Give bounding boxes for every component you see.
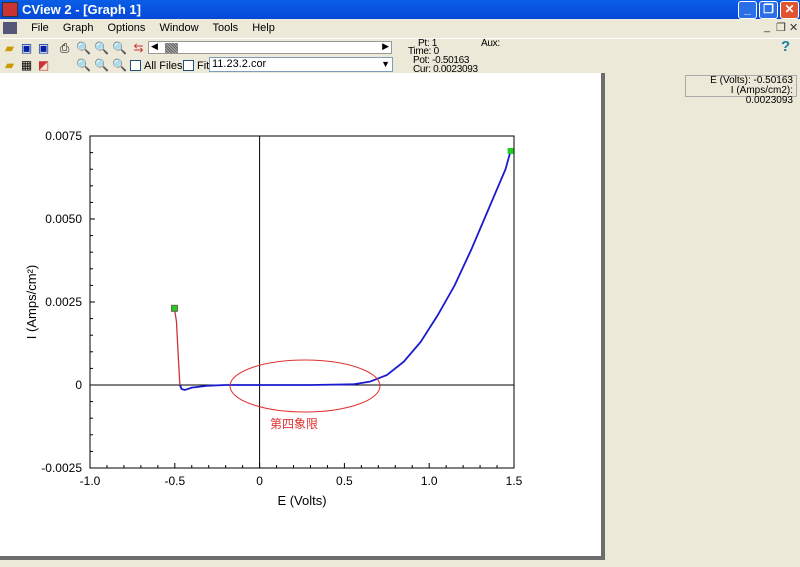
document-icon[interactable] <box>3 22 17 34</box>
x-axis-label: E (Volts) <box>277 493 326 508</box>
annotation-label: 第四象限 <box>270 417 318 431</box>
iv-chart: -1.0 -0.5 0 0.5 1.0 1.5 0.0075 0.0050 0.0025 0 -0.… <box>24 129 523 508</box>
zoom-b-icon[interactable]: 🔍 <box>94 41 109 55</box>
restore-button[interactable]: ❐ <box>759 1 778 19</box>
menu-help[interactable]: Help <box>252 22 275 34</box>
fit-label: Fit <box>197 60 210 72</box>
all-files-label: All Files <box>144 60 183 72</box>
graph-icon[interactable]: ◩ <box>36 58 51 72</box>
minimize-button[interactable]: _ <box>738 1 757 19</box>
open-folder-icon[interactable]: ▰ <box>2 41 17 55</box>
app-icon <box>2 2 18 17</box>
menu-bar: File Graph Options Window Tools Help <box>0 19 800 37</box>
y-tick-label: 0 <box>75 378 82 392</box>
toolbar: ▰ ▣ ▣ ⎙ 🔍 🔍 🔍 ⇆ ▰ ▦ ◩ 🔍 🔍 🔍 <box>0 38 800 74</box>
help-icon[interactable]: ? <box>781 38 790 55</box>
initial-segment-line <box>173 308 181 386</box>
x-tick-label: 0 <box>256 474 263 488</box>
print-icon[interactable]: ⎙ <box>57 41 72 55</box>
annotation-ellipse <box>229 359 381 413</box>
end-marker <box>507 147 514 154</box>
x-tick-label: -1.0 <box>80 474 101 488</box>
zoom-in-icon[interactable]: 🔍 <box>76 58 91 72</box>
mdi-restore-button[interactable]: ❐ <box>776 21 786 34</box>
menu-graph[interactable]: Graph <box>63 22 94 34</box>
x-tick-label: -0.5 <box>164 474 185 488</box>
zoom-c-icon[interactable]: 🔍 <box>112 41 127 55</box>
file-select[interactable]: 11.23.2.cor ▼ <box>209 57 393 72</box>
cursor-readout: E (Volts): -0.50163 I (Amps/cm2): 0.0023… <box>685 75 797 106</box>
main-curve-line <box>179 150 512 391</box>
zoom-reset-icon[interactable]: 🔍 <box>112 58 127 72</box>
fit-checkbox[interactable] <box>183 60 194 71</box>
aux-label: Aux: <box>481 38 500 49</box>
menu-tools[interactable]: Tools <box>212 22 238 34</box>
grid-icon[interactable]: ▦ <box>19 58 34 72</box>
all-files-checkbox[interactable] <box>130 60 141 71</box>
zoom-out-icon[interactable]: 🔍 <box>94 58 109 72</box>
start-marker <box>170 304 178 312</box>
menu-options[interactable]: Options <box>108 22 146 34</box>
mdi-close-button[interactable]: ✕ <box>789 21 798 34</box>
y-tick-label: 0.0050 <box>45 212 82 226</box>
graph-panel: -1.0 -0.5 0 0.5 1.0 1.5 0.0075 0.0050 0.0025 0 -0.… <box>0 73 605 560</box>
x-tick-label: 1.5 <box>506 474 523 488</box>
y-tick-label: 0.0025 <box>45 295 82 309</box>
zoom-a-icon[interactable]: 🔍 <box>76 41 91 55</box>
x-tick-label: 1.0 <box>421 474 438 488</box>
y-tick-label: -0.0025 <box>41 461 82 475</box>
open-data-icon[interactable]: ▰ <box>2 58 17 72</box>
swap-icon[interactable]: ⇆ <box>131 41 146 55</box>
data-scrollbar[interactable]: ◀ ▶ <box>148 41 392 54</box>
close-button[interactable]: ✕ <box>780 1 799 19</box>
menu-file[interactable]: File <box>31 22 49 34</box>
readout-i: I (Amps/cm2): 0.0023093 <box>730 85 793 106</box>
file-select-value: 11.23.2.cor <box>212 58 267 70</box>
y-axis-label: I (Amps/cm²) <box>24 265 39 339</box>
menu-window[interactable]: Window <box>159 22 198 34</box>
mdi-minimize-button[interactable]: _ <box>764 21 770 33</box>
window-title: CView 2 - [Graph 1] <box>22 2 141 17</box>
y-tick-label: 0.0075 <box>45 129 82 143</box>
x-tick-label: 0.5 <box>336 474 353 488</box>
title-bar: CView 2 - [Graph 1] _ ❐ ✕ <box>0 0 800 19</box>
save-as-icon[interactable]: ▣ <box>36 41 51 55</box>
save-icon[interactable]: ▣ <box>19 41 34 55</box>
